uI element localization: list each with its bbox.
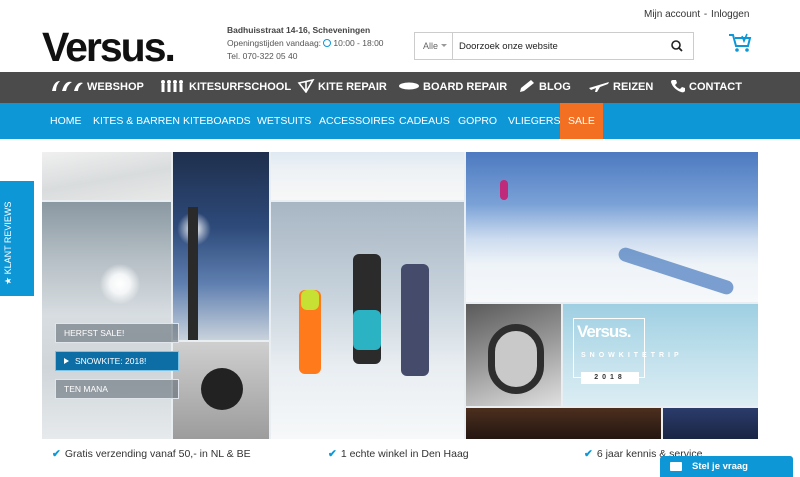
nav-contact-label: CONTACT bbox=[689, 81, 742, 93]
photo-snow-closeup bbox=[42, 152, 171, 200]
photo-dark-blue bbox=[663, 408, 758, 439]
photo-snow-sun bbox=[42, 202, 171, 439]
cart-icon bbox=[729, 33, 752, 52]
hours-label: Openingstijden vandaag: bbox=[227, 38, 322, 48]
snowkite-trip-card[interactable]: Versus. SNOWKITETRIP 2018 bbox=[563, 304, 758, 406]
cat-kiteboards[interactable]: KITEBOARDS bbox=[183, 103, 251, 139]
card-subtitle: SNOWKITETRIP bbox=[581, 352, 683, 359]
usp-label: Gratis verzending vanaf 50,- in NL & BE bbox=[64, 448, 251, 460]
nav-webshop[interactable]: WEBSHOP bbox=[50, 72, 144, 103]
header: Versus. Badhuisstraat 14-16, Scheveninge… bbox=[0, 0, 800, 72]
cart-button[interactable] bbox=[728, 33, 752, 53]
nav-board-repair-label: BOARD REPAIR bbox=[423, 81, 508, 93]
category-nav: HOME KITES & BARREN KITEBOARDS WETSUITS … bbox=[0, 103, 800, 139]
nav-webshop-label: WEBSHOP bbox=[87, 81, 144, 93]
nav-blog-label: BLOG bbox=[539, 81, 571, 93]
chat-label: Stel je vraag bbox=[692, 461, 748, 472]
card-brand: Versus. bbox=[577, 322, 631, 341]
klant-reviews-label: ★ KLANT REVIEWS bbox=[3, 201, 13, 285]
goggle-face bbox=[488, 324, 544, 394]
person-blue bbox=[401, 264, 429, 376]
nav-contact[interactable]: CONTACT bbox=[670, 72, 742, 103]
helmet-head bbox=[201, 368, 243, 410]
photo-goggle-portrait bbox=[466, 304, 561, 406]
sun-glare bbox=[100, 264, 140, 304]
klant-reviews-tab[interactable]: ★ KLANT REVIEWS bbox=[0, 181, 34, 296]
plane-icon bbox=[589, 82, 609, 92]
store-phone: Tel. 070-322 05 40 bbox=[227, 51, 298, 61]
phone-icon bbox=[671, 80, 685, 93]
opening-hours: Openingstijden vandaag: 10:00 - 18:00 bbox=[227, 37, 384, 50]
cat-vliegers[interactable]: VLIEGERS bbox=[508, 103, 561, 139]
play-icon bbox=[64, 358, 72, 364]
search-bar: Alle bbox=[414, 32, 694, 60]
search-icon bbox=[671, 40, 683, 52]
store-address: Badhuisstraat 14-16, Scheveningen bbox=[227, 25, 371, 35]
search-input[interactable] bbox=[453, 33, 653, 59]
card-year: 2018 bbox=[581, 372, 639, 384]
main-nav: WEBSHOP KITESURFSCHOOL KITE REPAIR BOARD… bbox=[0, 72, 800, 103]
kites-icon bbox=[52, 81, 83, 91]
nav-reizen[interactable]: REIZEN bbox=[588, 72, 653, 103]
check-icon: ✔ bbox=[328, 448, 337, 460]
cat-gopro[interactable]: GOPRO bbox=[458, 103, 497, 139]
photo-helmet-portrait bbox=[173, 342, 269, 439]
photo-dark-red bbox=[466, 408, 661, 439]
cat-kites-barren[interactable]: KITES & BARREN bbox=[93, 103, 180, 139]
promo-herfst-sale[interactable]: HERFST SALE! bbox=[55, 323, 179, 343]
nav-kite-repair-label: KITE REPAIR bbox=[318, 81, 387, 93]
person-teal bbox=[353, 310, 381, 350]
usp-free-shipping: ✔ Gratis verzending vanaf 50,- in NL & BE bbox=[52, 448, 251, 460]
chat-button[interactable]: Stel je vraag bbox=[660, 456, 793, 477]
logo[interactable]: Versus. bbox=[42, 24, 176, 71]
kite bbox=[500, 180, 508, 200]
hours-value: 10:00 - 18:00 bbox=[333, 38, 384, 48]
search-category-select[interactable]: Alle bbox=[415, 33, 453, 59]
pole bbox=[188, 207, 198, 340]
account-links: Mijn account - Inloggen bbox=[644, 9, 749, 20]
nav-kitesurfschool[interactable]: KITESURFSCHOOL bbox=[160, 72, 291, 103]
nav-board-repair[interactable]: BOARD REPAIR bbox=[398, 72, 507, 103]
mail-icon bbox=[670, 462, 682, 471]
cat-home[interactable]: HOME bbox=[50, 103, 82, 139]
cat-sale[interactable]: SALE bbox=[560, 103, 603, 139]
clock-icon bbox=[323, 39, 332, 47]
cat-wetsuits[interactable]: WETSUITS bbox=[257, 103, 311, 139]
cat-accessoires[interactable]: ACCESSOIRES bbox=[319, 103, 395, 139]
my-account-link[interactable]: Mijn account bbox=[644, 9, 700, 20]
promo-snowkite-label: SNOWKITE: 2018! bbox=[75, 356, 147, 366]
person-jacket bbox=[301, 290, 319, 310]
pencil-icon bbox=[520, 80, 534, 92]
check-icon: ✔ bbox=[52, 448, 61, 460]
people-icon bbox=[161, 80, 183, 92]
photo-jumping-group bbox=[271, 202, 464, 439]
hero-collage: Versus. SNOWKITETRIP 2018 HERFST SALE! S… bbox=[42, 152, 758, 439]
account-separator: - bbox=[703, 9, 708, 20]
board-icon bbox=[399, 82, 419, 90]
check-icon: ✔ bbox=[584, 448, 593, 460]
cat-cadeaus[interactable]: CADEAUS bbox=[399, 103, 450, 139]
promo-snowkite[interactable]: SNOWKITE: 2018! bbox=[55, 351, 179, 371]
nav-kite-repair[interactable]: KITE REPAIR bbox=[297, 72, 387, 103]
photo-kite-landscape bbox=[466, 152, 758, 302]
usp-label: 1 echte winkel in Den Haag bbox=[340, 448, 469, 460]
store-info: Badhuisstraat 14-16, Scheveningen Openin… bbox=[227, 24, 384, 63]
kite-repair-icon bbox=[297, 78, 315, 94]
search-button[interactable] bbox=[661, 33, 693, 59]
kite-shadow bbox=[616, 245, 736, 297]
usp-store: ✔ 1 echte winkel in Den Haag bbox=[328, 448, 469, 460]
login-link[interactable]: Inloggen bbox=[711, 9, 749, 20]
nav-reizen-label: REIZEN bbox=[613, 81, 654, 93]
photo-snow-field bbox=[271, 152, 464, 200]
photo-pole-night bbox=[173, 152, 269, 340]
promo-ten-mana[interactable]: TEN MANA bbox=[55, 379, 179, 399]
nav-kitesurfschool-label: KITESURFSCHOOL bbox=[189, 81, 292, 93]
nav-blog[interactable]: BLOG bbox=[518, 72, 571, 103]
